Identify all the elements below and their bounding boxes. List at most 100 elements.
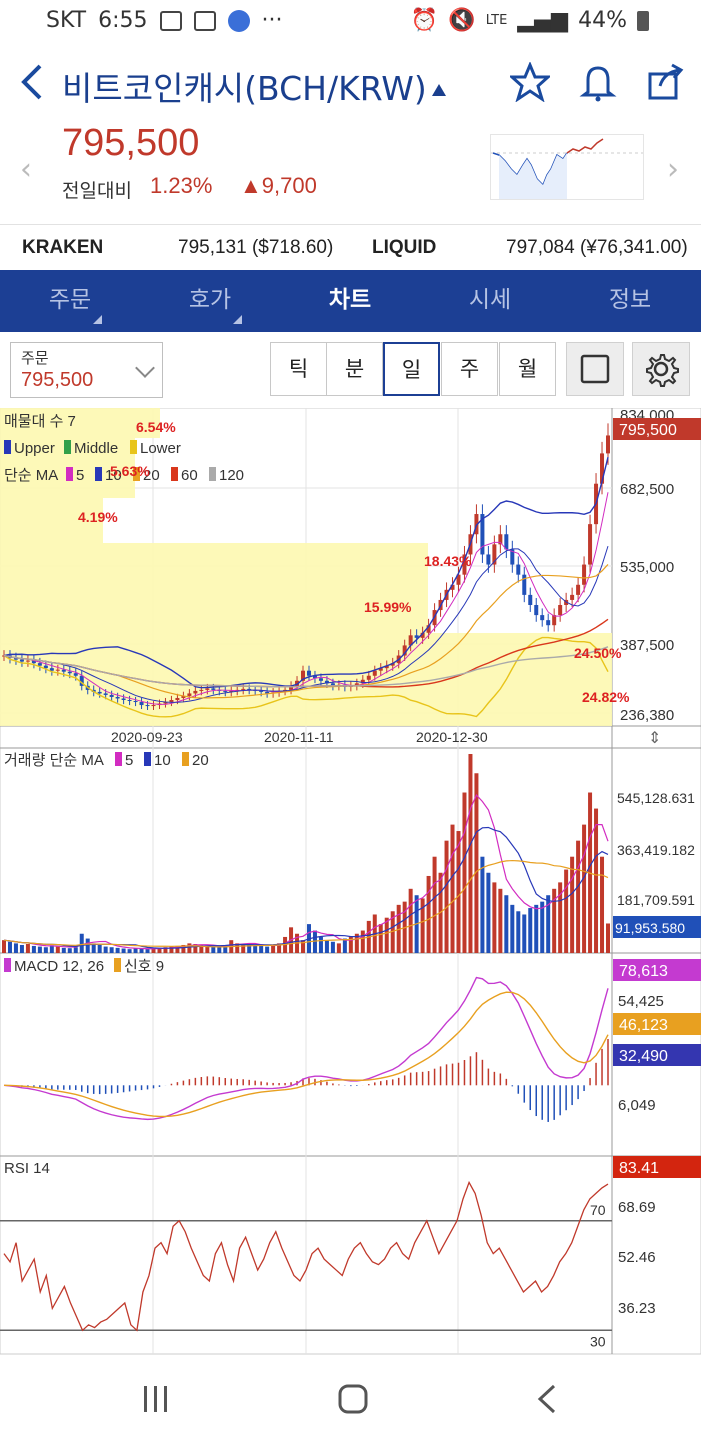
candle-body <box>540 615 545 621</box>
candle-body <box>115 696 120 699</box>
price-axis-tick: 387,500 <box>620 637 674 654</box>
volume-bar <box>265 946 270 953</box>
profile-percent-label: 15.99% <box>364 599 412 615</box>
tab-orderbook[interactable]: 호가 <box>140 270 280 332</box>
legend-swatch <box>95 467 102 481</box>
submenu-corner-icon <box>93 315 102 324</box>
rsi-high-level: 70 <box>590 1202 606 1218</box>
volume-bar <box>187 943 192 953</box>
volume-legend-label: 거래량 단순 MA <box>4 752 104 769</box>
tab-order[interactable]: 주문 <box>0 270 140 332</box>
exchange-name: KRAKEN <box>22 237 104 258</box>
candle-body <box>205 688 210 690</box>
share-button[interactable] <box>646 62 686 102</box>
back-icon <box>537 1384 556 1414</box>
title-dropdown-icon[interactable] <box>432 84 446 96</box>
volume-bar <box>330 941 335 953</box>
volume-bar <box>79 933 84 953</box>
volume-bar <box>462 792 467 953</box>
period-month[interactable]: 월 <box>499 342 556 396</box>
candle-body <box>306 670 311 676</box>
volume-bar <box>103 946 108 953</box>
date-axis-tick: 2020-11-11 <box>264 729 334 745</box>
recent-apps-icon <box>144 1386 167 1412</box>
legend-lower: Lower <box>140 440 181 457</box>
legend-swatch <box>182 752 189 766</box>
volume-bar <box>259 945 264 953</box>
volume-bar <box>492 882 497 953</box>
period-minute[interactable]: 분 <box>326 342 383 396</box>
recent-apps-button[interactable] <box>126 1380 186 1420</box>
volume-profile-label: 매물대 수 7 <box>4 413 76 430</box>
period-week[interactable]: 주 <box>441 342 498 396</box>
date-axis-tick: 2020-12-30 <box>416 729 488 745</box>
tab-chart[interactable]: 차트 <box>280 270 420 332</box>
signal-icon: ▂▄▆ <box>517 8 569 33</box>
tab-market-price[interactable]: 시세 <box>420 270 560 332</box>
current-price: 795,500 <box>62 122 200 164</box>
candle-body <box>588 524 593 565</box>
axis-scale-icon: ⇕ <box>648 730 661 747</box>
submenu-corner-icon <box>233 315 242 324</box>
legend-swatch <box>4 958 11 972</box>
rsi-axis-tick: 52.46 <box>618 1249 656 1266</box>
change-label: 전일대비 <box>62 180 132 202</box>
page-title[interactable]: 비트코인캐시(BCH/KRW) <box>62 62 427 110</box>
volume-bar <box>444 840 449 953</box>
fullscreen-button[interactable] <box>566 342 624 396</box>
next-coin-button[interactable]: › <box>667 152 679 187</box>
volume-bar <box>127 949 132 953</box>
chart-settings-button[interactable] <box>632 342 690 396</box>
chart-area[interactable]: 매물대 수 7 Upper Middle Lower 단순 MA 5 10 20 60 120 6.… <box>0 408 701 1358</box>
volume-bar <box>510 904 515 953</box>
volume-bar <box>564 869 569 953</box>
volume-bar <box>324 940 329 953</box>
tab-info[interactable]: 정보 <box>560 270 700 332</box>
rsi-axis-tick: 36.23 <box>618 1300 656 1317</box>
volume-bar <box>13 943 18 953</box>
volume-bar <box>211 946 216 953</box>
volume-ma-period: 20 <box>192 752 209 769</box>
back-button[interactable] <box>18 62 48 102</box>
candle-body <box>145 705 150 707</box>
legend-swatch <box>115 752 122 766</box>
candle-body <box>121 698 126 700</box>
order-price-dropdown[interactable]: 주문 795,500 <box>10 342 163 398</box>
price-chart-svg[interactable]: 매물대 수 7 Upper Middle Lower 단순 MA 5 10 20 60 120 6.… <box>0 408 701 1358</box>
previous-coin-button[interactable]: ‹ <box>20 152 32 187</box>
volume-bar <box>336 943 341 953</box>
profile-percent-label: 6.54% <box>136 419 176 435</box>
change-percent: 1.23% <box>150 173 213 198</box>
alert-button[interactable] <box>578 62 618 102</box>
legend-swatch <box>209 467 216 481</box>
macd-value-label: 46,123 <box>619 1017 668 1034</box>
rsi-legend-label: RSI 14 <box>4 1160 50 1177</box>
price-axis-tick: 535,000 <box>620 559 674 576</box>
app-notification-icon <box>227 9 250 32</box>
volume-bar <box>594 808 599 953</box>
candle-body <box>534 604 539 616</box>
volume-bar <box>67 948 72 953</box>
volume-axis-tick: 545,128.631 <box>617 790 695 806</box>
volume-bar <box>2 940 6 953</box>
system-back-button[interactable] <box>520 1380 580 1420</box>
home-button[interactable] <box>322 1380 382 1420</box>
profile-percent-label: 18.43% <box>424 553 472 569</box>
app-header: 비트코인캐시(BCH/KRW) <box>0 50 701 116</box>
volume-bar <box>19 944 24 953</box>
volume-bar <box>570 856 575 953</box>
period-tick[interactable]: 틱 <box>270 342 327 396</box>
favorite-button[interactable] <box>508 61 552 103</box>
legend-upper: Upper <box>14 440 55 457</box>
ma-legend-period: 5 <box>76 467 84 484</box>
more-notifications-icon: ··· <box>261 8 283 33</box>
candle-body <box>366 675 371 680</box>
candle-body <box>37 663 42 666</box>
volume-last-label: 91,953.580 <box>615 920 685 936</box>
period-day[interactable]: 일 <box>383 342 440 396</box>
candle-body <box>97 691 102 694</box>
volume-bar <box>432 856 437 953</box>
gear-icon <box>646 354 679 387</box>
volume-bar <box>528 908 533 953</box>
up-triangle-icon: ▲ <box>240 173 262 198</box>
